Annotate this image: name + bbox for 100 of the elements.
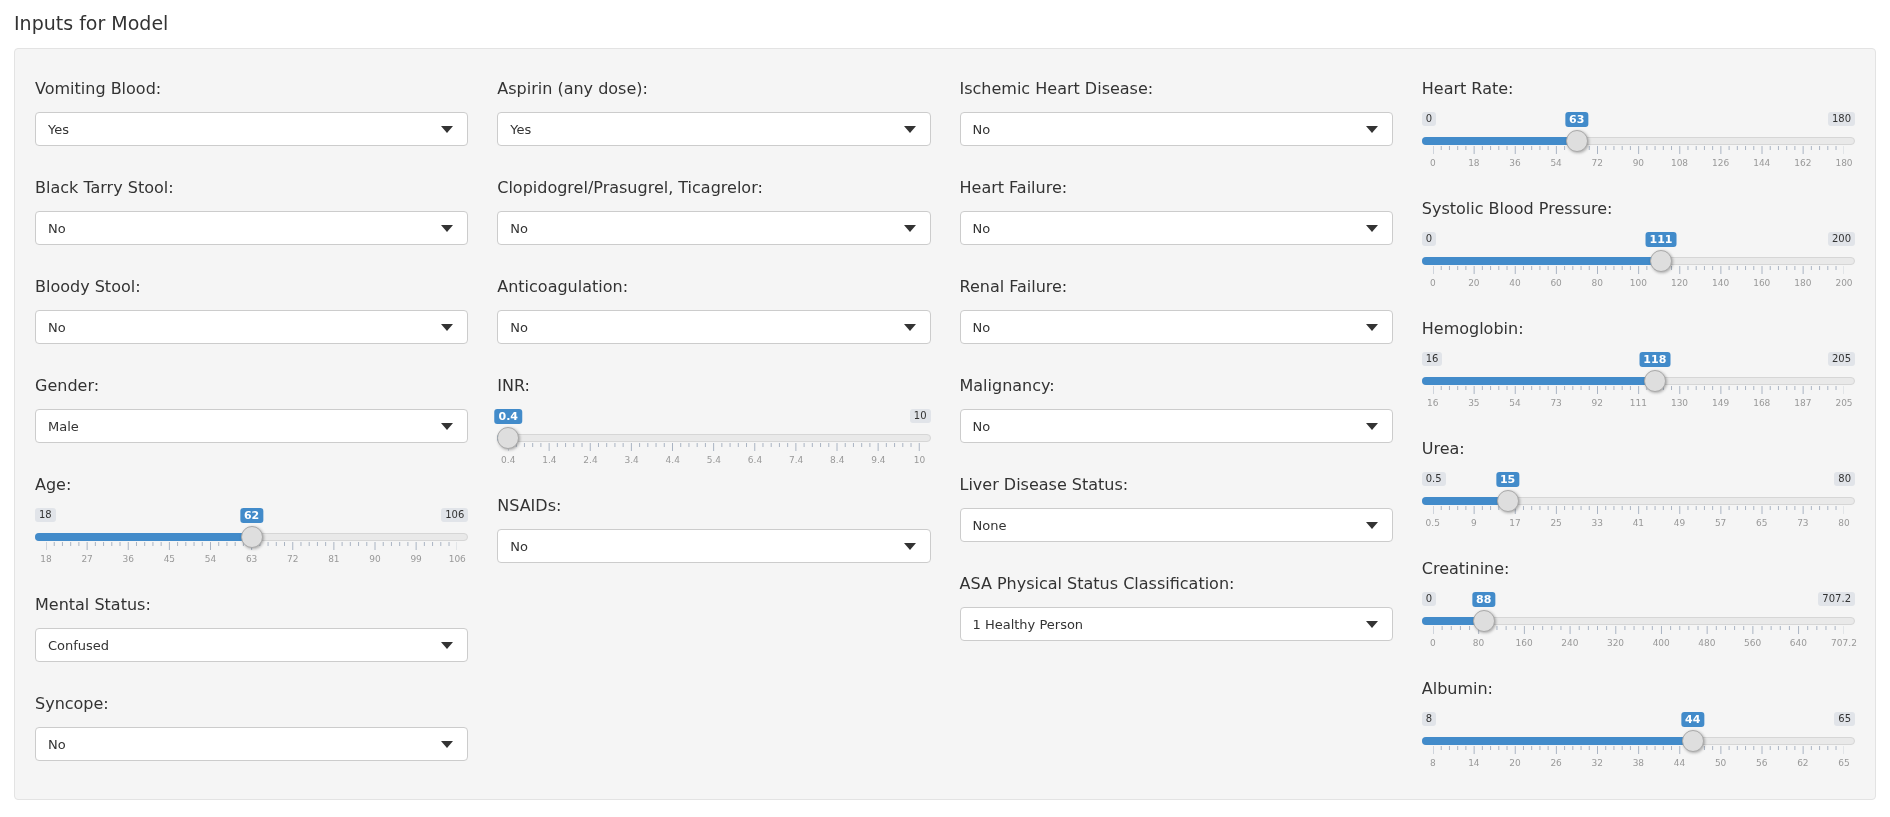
dropdown[interactable]: No bbox=[959, 409, 1393, 443]
dropdown[interactable]: 1 Healthy Person bbox=[959, 607, 1393, 641]
slider-track[interactable] bbox=[1421, 737, 1855, 745]
slider-thumb[interactable] bbox=[1643, 370, 1666, 392]
field-label: NSAIDs: bbox=[497, 496, 562, 516]
dropdown[interactable]: No bbox=[959, 211, 1393, 245]
field-label: Gender: bbox=[35, 376, 100, 396]
dropdown[interactable]: Male bbox=[35, 409, 469, 443]
max-label: 200 bbox=[1827, 232, 1855, 246]
tick-label: 180 bbox=[1794, 278, 1812, 289]
tick-label: 44 bbox=[1673, 758, 1686, 769]
slider-thumb[interactable] bbox=[240, 526, 263, 548]
dropdown[interactable]: No bbox=[35, 211, 469, 245]
tick-label: 54 bbox=[1550, 158, 1562, 169]
slider-thumb[interactable] bbox=[1650, 250, 1672, 272]
slider-track[interactable] bbox=[1421, 257, 1855, 265]
tick-label: 32 bbox=[1591, 758, 1603, 769]
slider-thumb[interactable] bbox=[1565, 130, 1588, 152]
tick-label: 9.4 bbox=[871, 455, 886, 466]
slider-track[interactable] bbox=[35, 533, 469, 541]
slider-thumb[interactable] bbox=[1681, 730, 1704, 752]
tick-label: 149 bbox=[1712, 398, 1730, 409]
max-label: 205 bbox=[1827, 352, 1855, 366]
slider-track[interactable] bbox=[1421, 617, 1855, 625]
dropdown[interactable]: Yes bbox=[35, 112, 469, 146]
dropdown[interactable]: No bbox=[35, 727, 469, 761]
field-label: Aspirin (any dose): bbox=[497, 79, 648, 99]
tick-label: 38 bbox=[1632, 758, 1645, 769]
tick-label: 560 bbox=[1744, 638, 1762, 649]
tick-label: 80 bbox=[1838, 518, 1850, 529]
dropdown[interactable]: No bbox=[35, 310, 469, 344]
tick-label: 10 bbox=[913, 455, 926, 466]
dropdown[interactable]: No bbox=[959, 310, 1393, 344]
tick-label: 45 bbox=[163, 554, 176, 565]
dropdown[interactable]: None bbox=[959, 508, 1393, 542]
field-label: Heart Rate: bbox=[1421, 79, 1514, 99]
min-label: 0 bbox=[1421, 592, 1437, 606]
slider-track[interactable] bbox=[1421, 137, 1855, 145]
tick-label: 81 bbox=[328, 554, 340, 565]
tick-label: 20 bbox=[1468, 278, 1480, 289]
tick-label: 35 bbox=[1468, 398, 1480, 409]
tick-label: 72 bbox=[287, 554, 299, 565]
min-label: 18 bbox=[35, 508, 56, 522]
field-label: Black Tarry Stool: bbox=[35, 178, 174, 198]
tick-label: 160 bbox=[1515, 638, 1533, 649]
slider-thumb[interactable] bbox=[1496, 490, 1519, 512]
caret-icon bbox=[1365, 125, 1378, 133]
tick-label: 320 bbox=[1606, 638, 1625, 649]
tick-label: 20 bbox=[1509, 758, 1521, 769]
field-label: Age: bbox=[35, 475, 72, 495]
tick-label: 400 bbox=[1652, 638, 1670, 649]
field-label: Vomiting Blood: bbox=[35, 79, 162, 99]
tick-label: 73 bbox=[1797, 518, 1809, 529]
tick-label: 72 bbox=[1591, 158, 1603, 169]
caret-icon bbox=[903, 542, 916, 550]
slider-thumb[interactable] bbox=[497, 427, 520, 449]
tick-label: 707.2 bbox=[1831, 638, 1857, 649]
tick-label: 106 bbox=[448, 554, 466, 565]
max-label: 180 bbox=[1827, 112, 1855, 126]
caret-icon bbox=[1365, 224, 1378, 232]
dropdown[interactable]: Yes bbox=[497, 112, 931, 146]
slider-track[interactable] bbox=[1421, 497, 1855, 505]
max-label: 80 bbox=[1834, 472, 1855, 486]
max-label: 10 bbox=[909, 409, 931, 423]
tick-label: 26 bbox=[1550, 758, 1562, 769]
tick-label: 168 bbox=[1753, 398, 1771, 409]
slider-thumb[interactable] bbox=[1472, 610, 1495, 632]
caret-icon bbox=[441, 641, 454, 649]
tick-label: 40 bbox=[1509, 278, 1521, 289]
field-label: Renal Failure: bbox=[959, 277, 1068, 297]
tick-label: 0.5 bbox=[1425, 518, 1440, 529]
tick-label: 240 bbox=[1561, 638, 1579, 649]
tick-label: 49 bbox=[1673, 518, 1686, 529]
tick-label: 0 bbox=[1429, 278, 1436, 289]
field-label: Clopidogrel/Prasugrel, Ticagrelor: bbox=[497, 178, 763, 198]
field-label: ASA Physical Status Classification: bbox=[959, 574, 1235, 594]
tick-label: 108 bbox=[1670, 158, 1689, 169]
max-label: 65 bbox=[1834, 712, 1855, 726]
caret-icon bbox=[1365, 422, 1378, 430]
tick-label: 18 bbox=[40, 554, 52, 565]
dropdown[interactable]: No bbox=[497, 211, 931, 245]
tick-label: 33 bbox=[1591, 518, 1603, 529]
field-label: Ischemic Heart Disease: bbox=[959, 79, 1154, 99]
tick-label: 205 bbox=[1835, 398, 1853, 409]
tick-label: 144 bbox=[1753, 158, 1771, 169]
field-label: Heart Failure: bbox=[959, 178, 1068, 198]
dropdown[interactable]: Confused bbox=[35, 628, 469, 662]
caret-icon bbox=[903, 323, 916, 331]
min-label: 0.5 bbox=[1421, 472, 1446, 486]
slider-track[interactable] bbox=[1421, 377, 1855, 385]
tick-label: 50 bbox=[1714, 758, 1727, 769]
dropdown[interactable]: No bbox=[497, 310, 931, 344]
field-label: INR: bbox=[497, 376, 530, 396]
dropdown[interactable]: No bbox=[959, 112, 1393, 146]
caret-icon bbox=[441, 422, 454, 430]
tick-label: 162 bbox=[1794, 158, 1812, 169]
caret-icon bbox=[1365, 620, 1378, 628]
tick-label: 5.4 bbox=[706, 455, 722, 466]
dropdown[interactable]: No bbox=[497, 529, 931, 563]
tick-label: 2.4 bbox=[583, 455, 598, 466]
